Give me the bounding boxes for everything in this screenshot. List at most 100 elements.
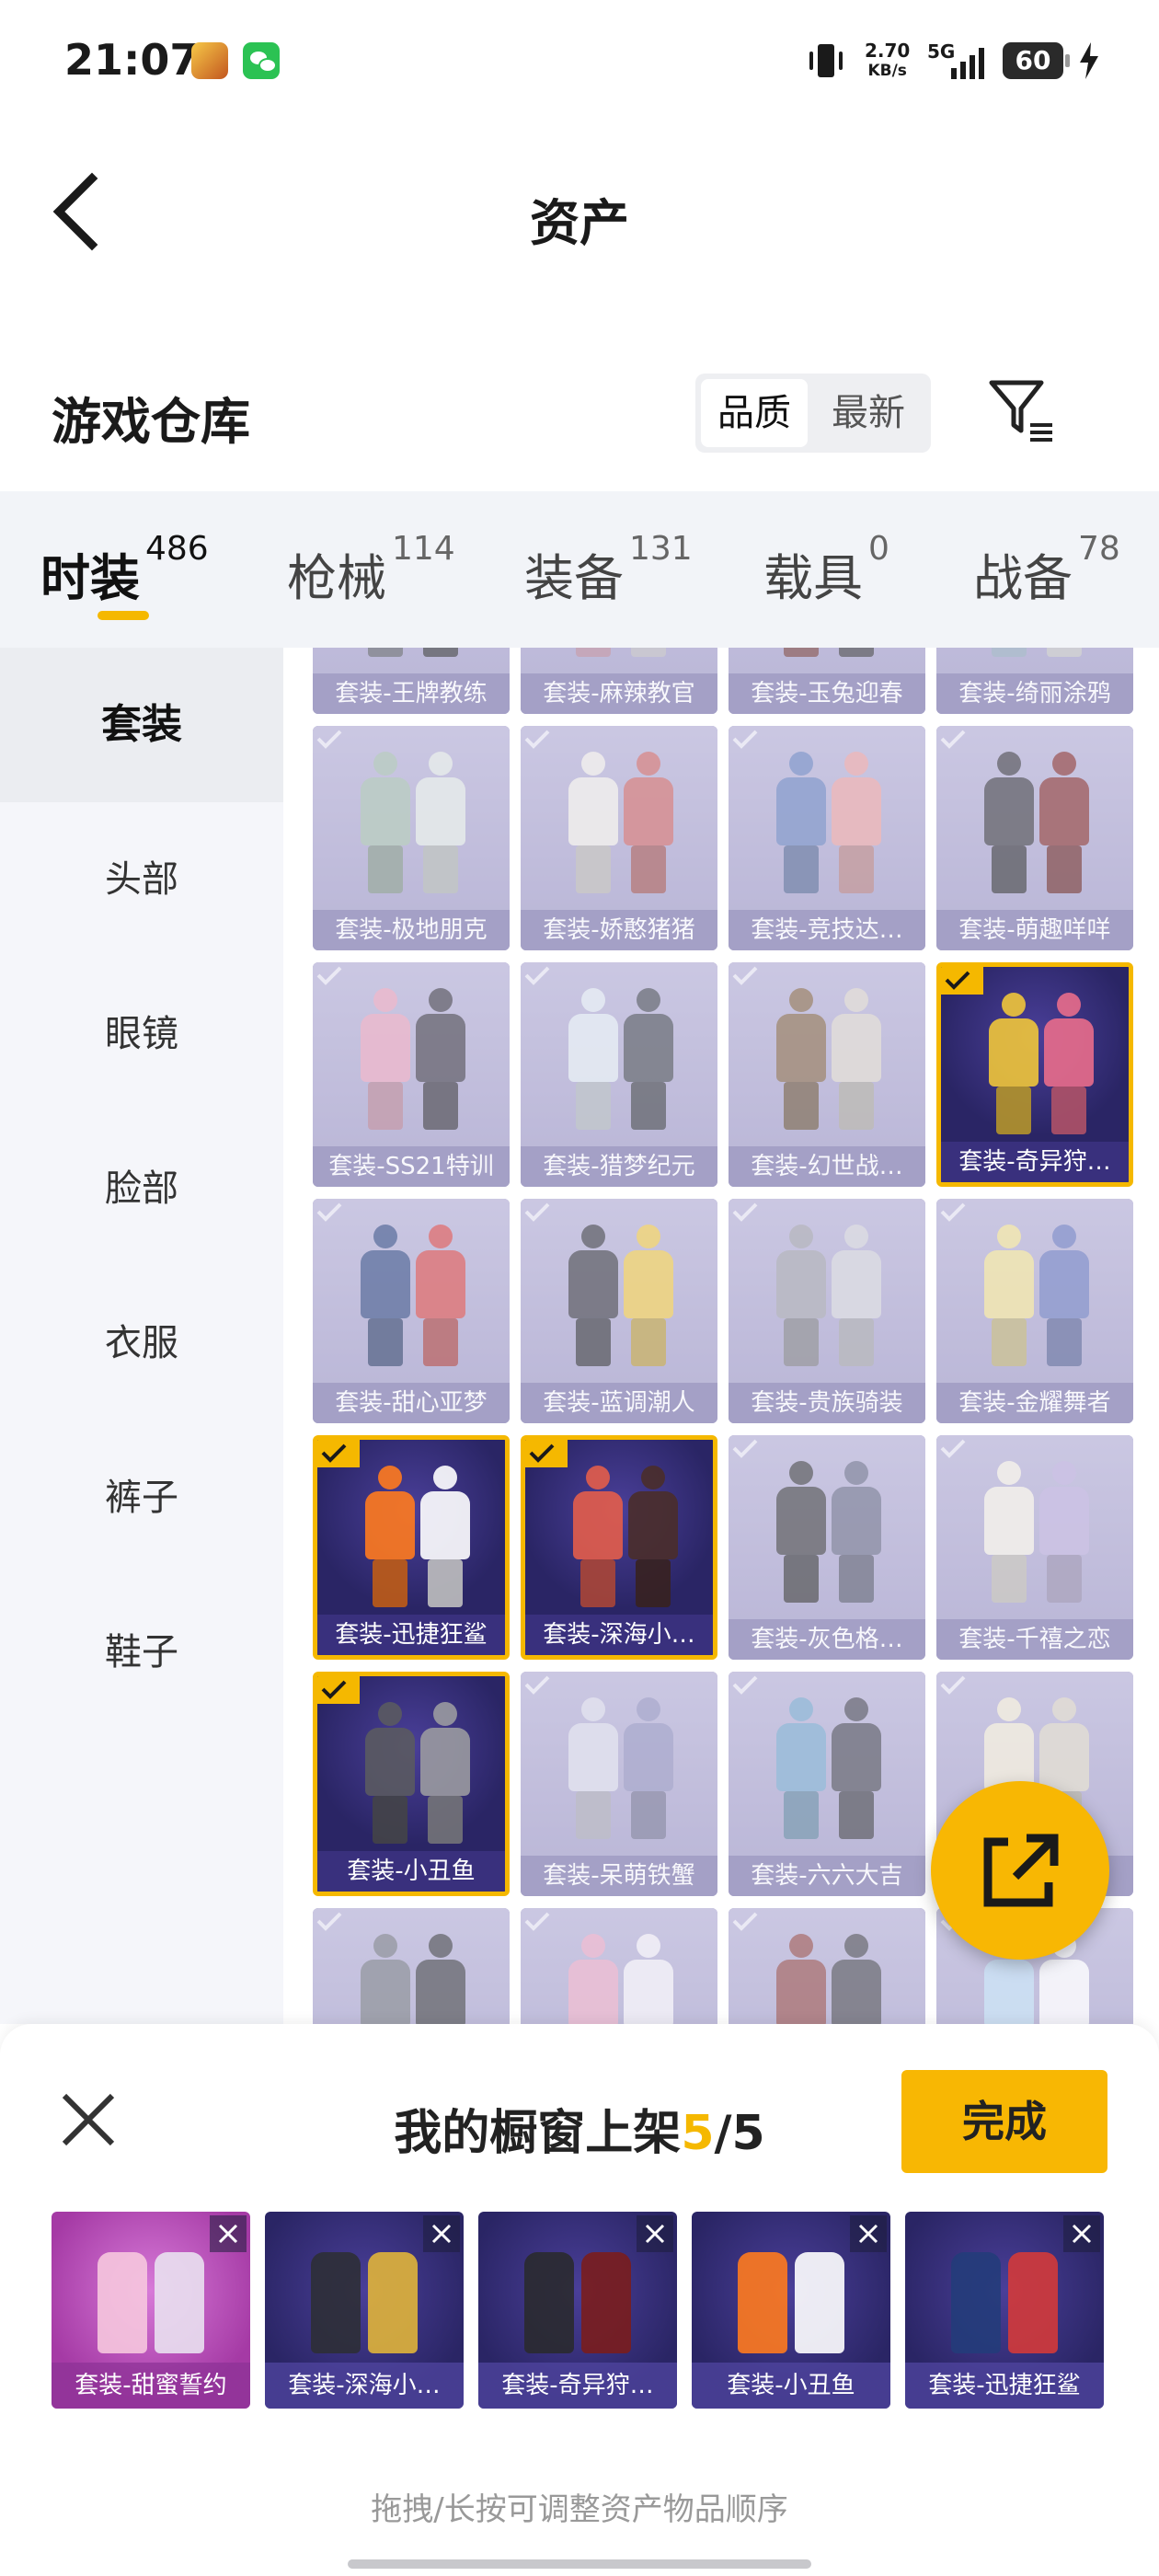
remove-icon[interactable] [210, 2215, 247, 2252]
outfit-figure-body [984, 777, 1034, 845]
outfit-card[interactable]: 套装-小丑鱼 [313, 1672, 510, 1896]
outfit-label: 套装-玉兔迎春 [729, 673, 925, 714]
outfit-card[interactable]: 套装-娇憨猪猪 [521, 726, 717, 950]
outfit-figure-legs [580, 1559, 615, 1607]
outfit-card[interactable]: 套装-贵族骑装 [729, 1199, 925, 1423]
outfit-figure-body [361, 1250, 410, 1318]
showcase-item[interactable]: 套装-甜蜜誓约 [52, 2212, 250, 2409]
outfit-figure-head [997, 1697, 1021, 1721]
outfit-label: 套装-迅捷狂鲨 [317, 1615, 505, 1655]
outfit-card[interactable]: 套装-甜心亚梦 [313, 1199, 510, 1423]
outfit-image [936, 726, 1133, 910]
outfit-image [521, 726, 717, 910]
outfit-card[interactable]: 套装-极地朋克 [313, 726, 510, 950]
tab-guns[interactable]: 枪械114 [287, 530, 455, 610]
showcase-item-label: 套装-奇异狩… [478, 2363, 677, 2409]
sidebar-item-clothes[interactable]: 衣服 [0, 1266, 283, 1420]
checked-corner-icon [317, 1440, 360, 1467]
outfit-card[interactable]: 套装-千禧之恋 [936, 1435, 1133, 1660]
outfit-card[interactable]: 套装-猎梦纪元 [521, 962, 717, 1187]
outfit-figure-body [832, 1014, 881, 1082]
remove-icon[interactable] [637, 2215, 673, 2252]
outfit-figure-legs [839, 1082, 874, 1130]
outfit-card[interactable]: 套装-迅捷狂鲨 [313, 1435, 510, 1660]
outfit-card[interactable]: 套装-绮丽涂鸦 [936, 648, 1133, 714]
outfit-figure-body [624, 1960, 673, 2024]
outfit-figure-legs [839, 845, 874, 893]
outfit-figure-body [361, 1014, 410, 1082]
remove-icon[interactable] [1063, 2215, 1100, 2252]
sidebar-item-suits[interactable]: 套装 [0, 648, 283, 802]
outfit-card[interactable]: 套装-萌趣咩咩 [936, 726, 1133, 950]
tab-fashion[interactable]: 时装486 [40, 530, 209, 610]
done-button[interactable]: 完成 [901, 2070, 1107, 2173]
outfit-card[interactable] [313, 1908, 510, 2024]
outfit-image [521, 648, 717, 673]
outfit-figure-legs [576, 1318, 611, 1366]
showcase-figure [795, 2252, 844, 2353]
outfit-card[interactable]: 套装-六六大吉 [729, 1672, 925, 1896]
outfit-card[interactable]: 套装-蓝调潮人 [521, 1199, 717, 1423]
tab-equipment[interactable]: 装备131 [524, 530, 693, 610]
outfit-card[interactable]: 套装-灰色格… [729, 1435, 925, 1660]
outfit-card[interactable]: 套装-深海小… [521, 1435, 717, 1660]
sort-quality-button[interactable]: 品质 [701, 379, 808, 447]
outfit-figure-head [789, 752, 813, 776]
checked-corner-icon [317, 1676, 360, 1704]
outfit-figure-head [433, 1466, 457, 1489]
page-title: 资产 [530, 194, 629, 252]
showcase-item[interactable]: 套装-迅捷狂鲨 [905, 2212, 1104, 2409]
outfit-figure-legs [992, 1318, 1027, 1366]
outfit-image [313, 648, 510, 673]
outfit-card[interactable]: 套装-幻世战… [729, 962, 925, 1187]
outfit-figure-legs [784, 845, 819, 893]
outfit-card[interactable]: 套装-金耀舞者 [936, 1199, 1133, 1423]
sort-latest-button[interactable]: 最新 [815, 379, 922, 447]
share-icon [983, 1834, 1059, 1907]
outfit-label: 套装-绮丽涂鸦 [936, 673, 1133, 714]
outfit-image [313, 1908, 510, 2024]
tab-battle-prep[interactable]: 战备78 [973, 530, 1120, 610]
remove-icon[interactable] [423, 2215, 460, 2252]
outfit-figure-head [789, 1697, 813, 1721]
outfit-card[interactable]: 套装-竞技达… [729, 726, 925, 950]
outfit-figure-legs [784, 1318, 819, 1366]
remove-icon[interactable] [850, 2215, 887, 2252]
sidebar-item-shoes[interactable]: 鞋子 [0, 1575, 283, 1730]
showcase-item[interactable]: 套装-深海小… [265, 2212, 464, 2409]
tab-vehicles[interactable]: 载具0 [763, 530, 889, 610]
sidebar-item-head[interactable]: 头部 [0, 802, 283, 957]
outfit-figure-body [989, 1018, 1039, 1087]
outfit-image [936, 648, 1133, 673]
unchecked-corner-icon [521, 1908, 563, 1936]
outfit-card[interactable]: 套装-王牌教练 [313, 648, 510, 714]
outfit-card[interactable]: 套装-呆萌铁蟹 [521, 1672, 717, 1896]
outfit-card[interactable]: 套装-麻辣教官 [521, 648, 717, 714]
vibrate-icon [809, 44, 843, 77]
tab-label: 载具 [763, 549, 863, 607]
outfit-label: 套装-竞技达… [729, 910, 925, 950]
outfit-figure-legs [784, 1791, 819, 1839]
showcase-item[interactable]: 套装-奇异狩… [478, 2212, 677, 2409]
outfit-figure-head [1052, 752, 1076, 776]
outfit-figure-head [789, 1225, 813, 1248]
filter-icon[interactable] [984, 372, 1061, 449]
sidebar-item-face[interactable]: 脸部 [0, 1111, 283, 1266]
showcase-item[interactable]: 套装-小丑鱼 [692, 2212, 890, 2409]
showcase-item-label: 套装-深海小… [265, 2363, 464, 2409]
share-button[interactable] [931, 1781, 1109, 1960]
outfit-figure-body [1039, 777, 1089, 845]
sidebar-item-pants[interactable]: 裤子 [0, 1420, 283, 1575]
unchecked-corner-icon [729, 1908, 771, 1936]
outfit-card[interactable]: 套装-奇异狩… [936, 962, 1133, 1187]
outfit-image [521, 1199, 717, 1383]
outfit-label: 套装-娇憨猪猪 [521, 910, 717, 950]
outfit-figure-legs [576, 1791, 611, 1839]
outfit-card[interactable]: 套装-SS21特训 [313, 962, 510, 1187]
home-indicator[interactable] [348, 2559, 811, 2569]
sidebar-item-glasses[interactable]: 眼镜 [0, 957, 283, 1111]
outfit-card[interactable] [521, 1908, 717, 2024]
outfit-figure-legs [631, 1318, 666, 1366]
outfit-card[interactable]: 套装-玉兔迎春 [729, 648, 925, 714]
outfit-card[interactable] [729, 1908, 925, 2024]
